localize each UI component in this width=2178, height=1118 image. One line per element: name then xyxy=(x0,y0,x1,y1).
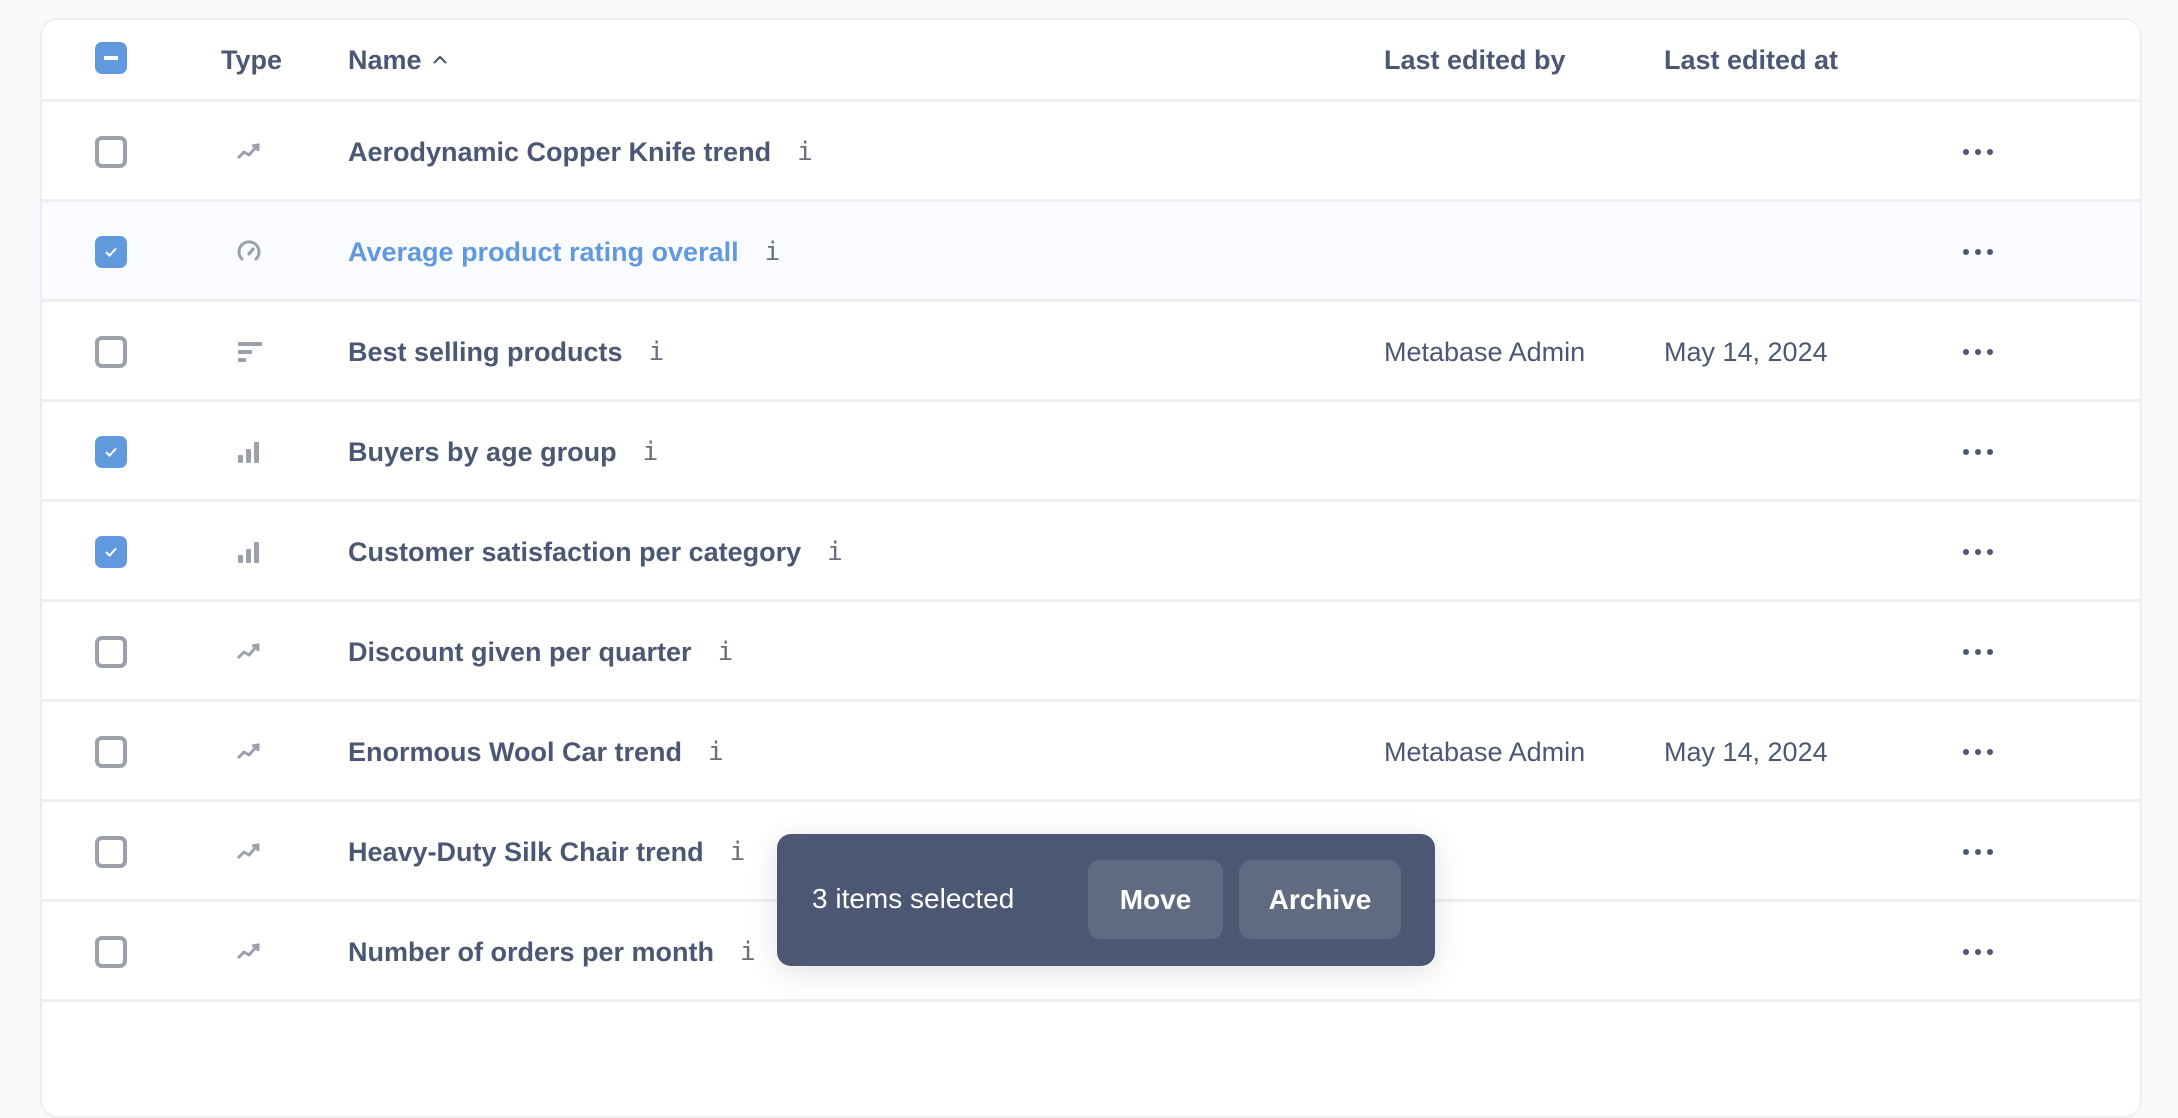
select-all-checkbox[interactable] xyxy=(95,42,127,74)
item-name: Heavy-Duty Silk Chair trend xyxy=(348,837,704,867)
info-icon[interactable]: i xyxy=(708,736,724,768)
row-actions-ellipsis-icon[interactable] xyxy=(1963,942,1995,962)
item-name-link[interactable]: Number of orders per month i xyxy=(348,936,756,968)
line-chart-icon xyxy=(234,637,264,667)
item-name-link[interactable]: Discount given per quarter i xyxy=(348,636,733,668)
info-icon[interactable]: i xyxy=(730,836,746,868)
item-name-link[interactable]: Customer satisfaction per category i xyxy=(348,536,843,568)
item-name: Discount given per quarter xyxy=(348,637,692,667)
row-checkbox[interactable] xyxy=(95,436,127,468)
info-icon[interactable]: i xyxy=(797,136,813,168)
row-actions-ellipsis-icon[interactable] xyxy=(1963,342,1995,362)
info-icon[interactable]: i xyxy=(740,936,756,968)
row-actions-ellipsis-icon[interactable] xyxy=(1963,842,1995,862)
table-row[interactable]: Average product rating overall i xyxy=(42,202,2140,302)
last-edited-at: May 14, 2024 xyxy=(1664,337,1828,367)
table-row[interactable]: Best selling products i Metabase Admin May … xyxy=(42,302,2140,402)
line-chart-icon xyxy=(234,137,264,167)
item-name: Enormous Wool Car trend xyxy=(348,737,683,767)
item-name: Buyers by age group xyxy=(348,437,617,467)
item-name-link[interactable]: Aerodynamic Copper Knife trend i xyxy=(348,136,813,168)
bulk-actions-bar: 3 items selected Move Archive xyxy=(777,834,1435,966)
archive-button[interactable]: Archive xyxy=(1239,860,1401,939)
row-checkbox[interactable] xyxy=(95,936,127,968)
info-icon[interactable]: i xyxy=(643,436,659,468)
item-name-link[interactable]: Buyers by age group i xyxy=(348,436,658,468)
gauge-icon xyxy=(234,237,264,267)
row-actions-ellipsis-icon[interactable] xyxy=(1963,642,1995,662)
checkmark-icon xyxy=(105,547,117,557)
info-icon[interactable]: i xyxy=(718,636,734,668)
selected-count-text: 3 items selected xyxy=(812,883,1015,914)
table-row[interactable]: Buyers by age group i xyxy=(42,402,2140,502)
info-icon[interactable]: i xyxy=(765,236,781,268)
column-header-name-label: Name xyxy=(348,45,422,75)
checkmark-icon xyxy=(105,447,117,457)
item-name-link[interactable]: Heavy-Duty Silk Chair trend i xyxy=(348,836,745,868)
bar-chart-icon xyxy=(234,537,264,567)
last-edited-at: May 14, 2024 xyxy=(1664,737,1828,767)
row-checkbox[interactable] xyxy=(95,736,127,768)
column-header-last-edited-at[interactable]: Last edited at xyxy=(1664,44,1838,76)
table-header: Type Name Last edited by Last edited at xyxy=(42,20,2140,102)
row-checkbox[interactable] xyxy=(95,536,127,568)
item-name-link[interactable]: Enormous Wool Car trend i xyxy=(348,736,724,768)
row-actions-ellipsis-icon[interactable] xyxy=(1963,142,1995,162)
move-button[interactable]: Move xyxy=(1088,860,1223,939)
info-icon[interactable]: i xyxy=(649,336,665,368)
checkmark-icon xyxy=(105,247,117,257)
last-edited-by: Metabase Admin xyxy=(1384,737,1586,767)
row-actions-ellipsis-icon[interactable] xyxy=(1963,442,1995,462)
column-header-name[interactable]: Name xyxy=(348,44,448,76)
item-name: Best selling products xyxy=(348,337,623,367)
line-chart-icon xyxy=(234,737,264,767)
column-header-type[interactable]: Type xyxy=(221,44,282,76)
bar-chart-icon xyxy=(234,437,264,467)
table-row[interactable]: Customer satisfaction per category i xyxy=(42,502,2140,602)
table-row[interactable]: Aerodynamic Copper Knife trend i xyxy=(42,102,2140,202)
row-actions-ellipsis-icon[interactable] xyxy=(1963,542,1995,562)
info-icon[interactable]: i xyxy=(827,536,843,568)
table-row[interactable]: Discount given per quarter i xyxy=(42,602,2140,702)
chevron-up-icon xyxy=(432,55,447,64)
item-name: Number of orders per month xyxy=(348,937,715,967)
row-actions-ellipsis-icon[interactable] xyxy=(1963,742,1995,762)
row-checkbox[interactable] xyxy=(95,836,127,868)
item-name-link[interactable]: Best selling products i xyxy=(348,336,664,368)
item-name: Customer satisfaction per category xyxy=(348,537,802,567)
row-actions-ellipsis-icon[interactable] xyxy=(1963,242,1995,262)
line-chart-icon xyxy=(234,937,264,967)
row-chart-icon xyxy=(234,337,264,367)
column-header-last-edited-by[interactable]: Last edited by xyxy=(1384,44,1566,76)
item-name: Average product rating overall xyxy=(348,237,739,267)
row-checkbox[interactable] xyxy=(95,136,127,168)
item-name: Aerodynamic Copper Knife trend xyxy=(348,137,772,167)
last-edited-by: Metabase Admin xyxy=(1384,337,1586,367)
row-checkbox[interactable] xyxy=(95,236,127,268)
item-name-link[interactable]: Average product rating overall i xyxy=(348,236,780,268)
row-checkbox[interactable] xyxy=(95,636,127,668)
row-checkbox[interactable] xyxy=(95,336,127,368)
line-chart-icon xyxy=(234,837,264,867)
table-row[interactable]: Enormous Wool Car trend i Metabase Admin Ma… xyxy=(42,702,2140,802)
